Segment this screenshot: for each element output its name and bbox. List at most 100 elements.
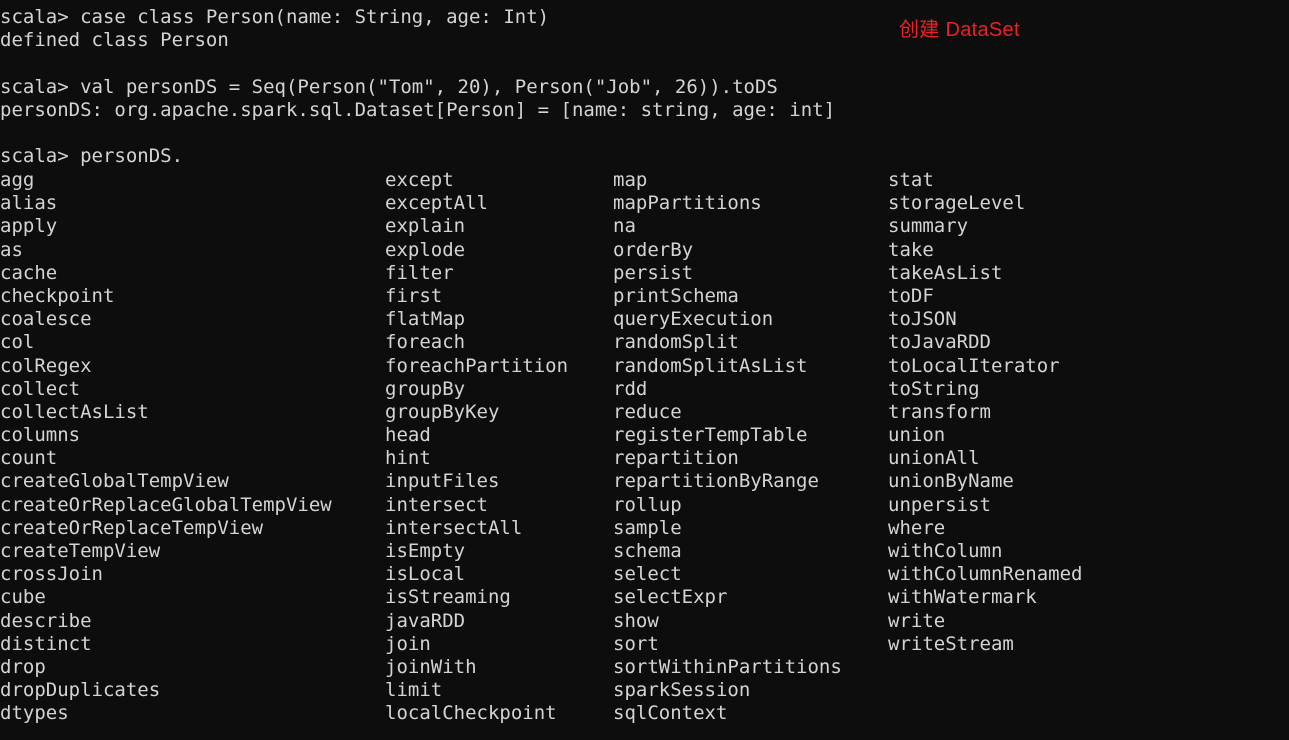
- completion-item[interactable]: collectAsList: [0, 401, 332, 424]
- completion-item[interactable]: flatMap: [385, 308, 568, 331]
- completion-item[interactable]: createOrReplaceTempView: [0, 517, 332, 540]
- completion-item[interactable]: explain: [385, 215, 568, 238]
- completion-item[interactable]: cube: [0, 586, 332, 609]
- completion-item[interactable]: as: [0, 239, 332, 262]
- completion-item[interactable]: intersect: [385, 494, 568, 517]
- terminal-window[interactable]: scala> case class Person(name: String, a…: [0, 0, 1289, 740]
- completion-item[interactable]: sortWithinPartitions: [613, 656, 842, 679]
- completion-item[interactable]: rdd: [613, 378, 842, 401]
- completion-item[interactable]: createOrReplaceGlobalTempView: [0, 494, 332, 517]
- completion-item[interactable]: na: [613, 215, 842, 238]
- completion-item[interactable]: repartitionByRange: [613, 470, 842, 493]
- completion-item[interactable]: head: [385, 424, 568, 447]
- completion-item[interactable]: alias: [0, 192, 332, 215]
- completion-item[interactable]: withWatermark: [888, 586, 1082, 609]
- completion-item[interactable]: mapPartitions: [613, 192, 842, 215]
- completion-item[interactable]: dtypes: [0, 702, 332, 725]
- completion-item[interactable]: storageLevel: [888, 192, 1082, 215]
- completion-item[interactable]: crossJoin: [0, 563, 332, 586]
- completion-item[interactable]: collect: [0, 378, 332, 401]
- completion-item[interactable]: createGlobalTempView: [0, 470, 332, 493]
- completion-item[interactable]: write: [888, 610, 1082, 633]
- repl-line-blank: [0, 52, 1289, 75]
- completion-item[interactable]: join: [385, 633, 568, 656]
- completion-item[interactable]: takeAsList: [888, 262, 1082, 285]
- completion-item[interactable]: cache: [0, 262, 332, 285]
- completion-item[interactable]: stat: [888, 169, 1082, 192]
- completion-item[interactable]: exceptAll: [385, 192, 568, 215]
- completion-item[interactable]: colRegex: [0, 355, 332, 378]
- completion-item[interactable]: joinWith: [385, 656, 568, 679]
- completion-item[interactable]: summary: [888, 215, 1082, 238]
- completion-item[interactable]: explode: [385, 239, 568, 262]
- completion-item[interactable]: randomSplit: [613, 331, 842, 354]
- completion-item[interactable]: repartition: [613, 447, 842, 470]
- completion-item[interactable]: first: [385, 285, 568, 308]
- completion-item[interactable]: unpersist: [888, 494, 1082, 517]
- completion-item[interactable]: groupBy: [385, 378, 568, 401]
- completion-item[interactable]: limit: [385, 679, 568, 702]
- completion-item[interactable]: toDF: [888, 285, 1082, 308]
- completion-item[interactable]: select: [613, 563, 842, 586]
- completion-item[interactable]: map: [613, 169, 842, 192]
- completion-item[interactable]: filter: [385, 262, 568, 285]
- completion-item[interactable]: coalesce: [0, 308, 332, 331]
- completion-item[interactable]: count: [0, 447, 332, 470]
- completion-item[interactable]: toJSON: [888, 308, 1082, 331]
- completion-item[interactable]: agg: [0, 169, 332, 192]
- annotation-create-dataset: 创建 DataSet: [899, 19, 1020, 41]
- completion-item[interactable]: unionByName: [888, 470, 1082, 493]
- completion-item[interactable]: show: [613, 610, 842, 633]
- completion-item[interactable]: toJavaRDD: [888, 331, 1082, 354]
- repl-line-blank: [0, 122, 1289, 145]
- completion-item[interactable]: inputFiles: [385, 470, 568, 493]
- completion-item[interactable]: columns: [0, 424, 332, 447]
- completion-item[interactable]: except: [385, 169, 568, 192]
- completion-item[interactable]: schema: [613, 540, 842, 563]
- completion-item[interactable]: javaRDD: [385, 610, 568, 633]
- completion-item[interactable]: sparkSession: [613, 679, 842, 702]
- completion-item[interactable]: apply: [0, 215, 332, 238]
- completion-item[interactable]: foreachPartition: [385, 355, 568, 378]
- completion-item[interactable]: withColumn: [888, 540, 1082, 563]
- completion-item[interactable]: writeStream: [888, 633, 1082, 656]
- completion-item[interactable]: registerTempTable: [613, 424, 842, 447]
- repl-line: personDS: org.apache.spark.sql.Dataset[P…: [0, 98, 836, 121]
- completion-item[interactable]: groupByKey: [385, 401, 568, 424]
- completion-item[interactable]: describe: [0, 610, 332, 633]
- completion-item[interactable]: checkpoint: [0, 285, 332, 308]
- completion-item[interactable]: reduce: [613, 401, 842, 424]
- completion-item[interactable]: sqlContext: [613, 702, 842, 725]
- completion-item[interactable]: dropDuplicates: [0, 679, 332, 702]
- completion-item[interactable]: rollup: [613, 494, 842, 517]
- completion-item[interactable]: queryExecution: [613, 308, 842, 331]
- repl-line: defined class Person: [0, 29, 229, 52]
- completion-item[interactable]: selectExpr: [613, 586, 842, 609]
- completion-item[interactable]: orderBy: [613, 239, 842, 262]
- completion-item[interactable]: toLocalIterator: [888, 355, 1082, 378]
- completion-item[interactable]: printSchema: [613, 285, 842, 308]
- completion-item[interactable]: isStreaming: [385, 586, 568, 609]
- completion-item[interactable]: union: [888, 424, 1082, 447]
- completion-item[interactable]: randomSplitAsList: [613, 355, 842, 378]
- completion-item[interactable]: localCheckpoint: [385, 702, 568, 725]
- completion-item[interactable]: foreach: [385, 331, 568, 354]
- completion-item[interactable]: col: [0, 331, 332, 354]
- completion-item[interactable]: isEmpty: [385, 540, 568, 563]
- completion-item[interactable]: createTempView: [0, 540, 332, 563]
- completion-item[interactable]: withColumnRenamed: [888, 563, 1082, 586]
- completion-item[interactable]: hint: [385, 447, 568, 470]
- completion-item[interactable]: toString: [888, 378, 1082, 401]
- completion-item[interactable]: isLocal: [385, 563, 568, 586]
- completion-item[interactable]: sample: [613, 517, 842, 540]
- repl-transcript: scala> case class Person(name: String, a…: [0, 6, 1289, 168]
- completion-item[interactable]: sort: [613, 633, 842, 656]
- completion-item[interactable]: intersectAll: [385, 517, 568, 540]
- completion-item[interactable]: persist: [613, 262, 842, 285]
- completion-item[interactable]: distinct: [0, 633, 332, 656]
- completion-item[interactable]: take: [888, 239, 1082, 262]
- completion-item[interactable]: unionAll: [888, 447, 1082, 470]
- completion-item[interactable]: where: [888, 517, 1082, 540]
- completion-item[interactable]: drop: [0, 656, 332, 679]
- completion-item[interactable]: transform: [888, 401, 1082, 424]
